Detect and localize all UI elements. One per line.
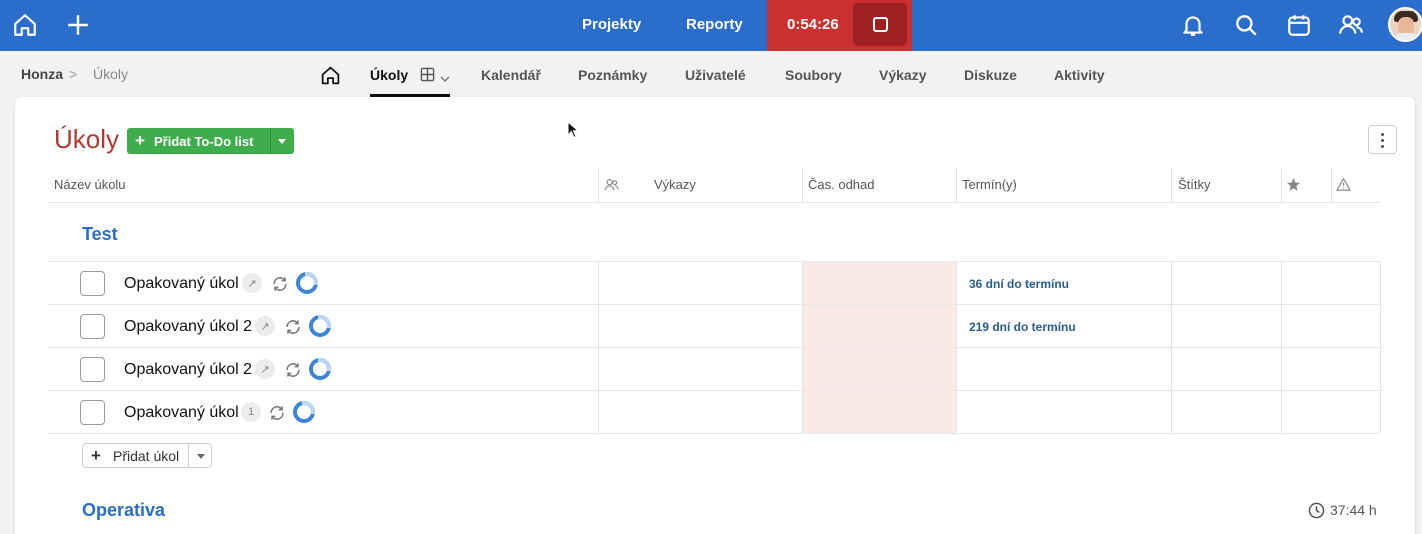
star-icon[interactable] [1286, 177, 1301, 192]
tab-files[interactable]: Soubory [785, 67, 842, 83]
nav-projects[interactable]: Projekty [582, 16, 641, 33]
stop-timer-button[interactable] [853, 3, 907, 46]
dropdown-caret-icon[interactable] [278, 139, 286, 144]
home-icon[interactable] [12, 12, 38, 38]
tab-tasks[interactable]: Úkoly [370, 67, 408, 83]
dropdown-caret-icon[interactable] [197, 454, 205, 459]
task-name[interactable]: Opakovaný úkol 2 [124, 361, 252, 379]
breadcrumb-separator: > [69, 66, 78, 82]
task-name[interactable]: Opakovaný úkol [124, 404, 239, 422]
clock-icon [1308, 502, 1325, 519]
task-checkbox[interactable] [80, 271, 105, 296]
timer: 0:54:26 [767, 0, 912, 51]
plus-icon[interactable] [65, 12, 91, 38]
repeat-icon [283, 360, 303, 380]
warning-icon[interactable] [1336, 177, 1351, 192]
plus-icon: + [135, 131, 145, 150]
plus-icon: + [91, 446, 101, 465]
add-task-label: Přidat úkol [113, 448, 180, 464]
repeat-icon [270, 274, 290, 294]
progress-ring-icon [293, 401, 315, 423]
grid-view-icon[interactable] [420, 67, 435, 82]
calendar-icon[interactable] [1286, 12, 1312, 38]
timer-value: 0:54:26 [787, 16, 839, 33]
task-checkbox[interactable] [80, 400, 105, 425]
task-name[interactable]: Opakovaný úkol [124, 275, 239, 293]
tab-users[interactable]: Uživatelé [685, 67, 746, 83]
tab-calendar[interactable]: Kalendář [481, 67, 541, 83]
tasks-card [15, 97, 1415, 534]
progress-ring-icon [309, 315, 331, 337]
task-checkbox[interactable] [80, 357, 105, 382]
repeat-icon [267, 403, 287, 423]
section-title-test[interactable]: Test [82, 224, 118, 245]
section-total-time: 37:44 h [1330, 502, 1377, 518]
stop-icon [872, 17, 888, 32]
avatar[interactable] [1388, 7, 1422, 42]
tab-notes[interactable]: Poznámky [578, 67, 647, 83]
task-name[interactable]: Opakovaný úkol 2 [124, 318, 252, 336]
add-task-button[interactable]: + Přidat úkol [82, 443, 212, 468]
column-task-name[interactable]: Název úkolu [54, 177, 126, 192]
subtask-count-badge[interactable]: 1 [241, 402, 261, 422]
tab-discussion[interactable]: Diskuze [964, 67, 1017, 83]
mouse-cursor-icon [567, 120, 580, 139]
breadcrumb-parent[interactable]: Honza [21, 66, 63, 82]
more-options-button[interactable] [1368, 125, 1397, 154]
top-bar: Projekty Reporty 0:54:26 [0, 0, 1422, 51]
progress-ring-icon [296, 272, 318, 294]
deadline-text: 219 dní do termínu [969, 320, 1076, 334]
task-checkbox[interactable] [80, 314, 105, 339]
tab-activity[interactable]: Aktivity [1054, 67, 1105, 83]
add-todo-list-button[interactable]: + Přidat To-Do list [127, 128, 294, 154]
search-icon[interactable] [1233, 12, 1259, 38]
subtask-link-icon[interactable]: ↗ [255, 316, 275, 336]
column-deadlines[interactable]: Termín(y) [962, 177, 1017, 192]
chevron-down-icon[interactable] [440, 70, 450, 82]
deadline-text: 36 dní do termínu [969, 277, 1070, 291]
bell-icon[interactable] [1180, 12, 1206, 38]
users-icon[interactable] [1338, 12, 1364, 38]
column-tags[interactable]: Štítky [1178, 177, 1211, 192]
column-estimate[interactable]: Čas. odhad [808, 177, 875, 192]
subtask-link-icon[interactable]: ↗ [255, 359, 275, 379]
progress-ring-icon [309, 358, 331, 380]
tab-reports[interactable]: Výkazy [879, 67, 926, 83]
repeat-icon [283, 317, 303, 337]
subtask-link-icon[interactable]: ↗ [242, 273, 262, 293]
nav-reports[interactable]: Reporty [686, 16, 743, 33]
page-title: Úkoly [54, 124, 120, 154]
home-tab-icon[interactable] [320, 65, 341, 86]
assignees-icon[interactable] [604, 177, 619, 192]
breadcrumb-current: Úkoly [93, 66, 129, 82]
column-reports[interactable]: Výkazy [654, 177, 696, 192]
add-todo-list-label: Přidat To-Do list [154, 134, 254, 149]
section-title-operativa[interactable]: Operativa [82, 500, 165, 521]
